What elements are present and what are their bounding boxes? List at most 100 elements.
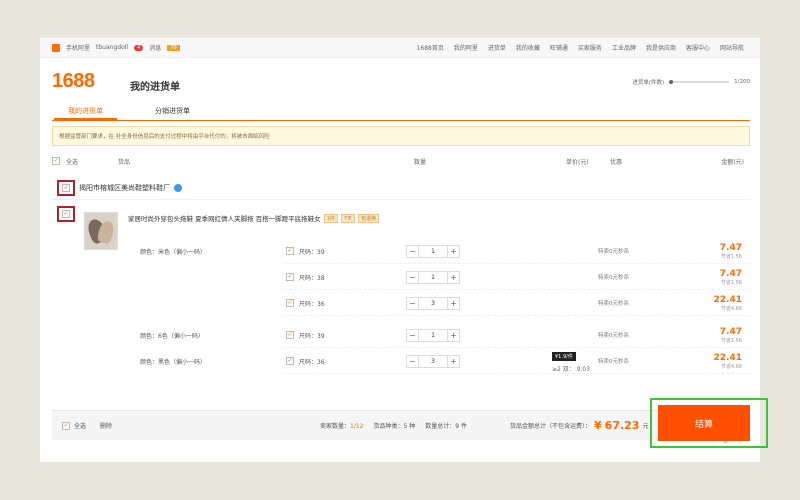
- amount-value: 7.47: [719, 326, 742, 337]
- variant-promo[interactable]: 特卖0元秒杀: [598, 357, 629, 365]
- variant-size: 尺码：39: [299, 332, 325, 340]
- top-nav-item[interactable]: 进货单: [488, 43, 506, 52]
- select-all-checkbox-bottom[interactable]: ✓: [62, 421, 70, 430]
- variant-promo[interactable]: 特卖0元秒杀: [598, 299, 629, 307]
- footer-select-all-label: 全选: [74, 423, 87, 430]
- user-name-link[interactable]: tbuangdoll: [96, 44, 128, 51]
- variant-checkbox[interactable]: ✓: [286, 357, 294, 365]
- amount-saved: 节省1.56: [720, 279, 742, 286]
- variant-color: 颜色：6色（偏小一码）: [140, 332, 204, 340]
- decrease-button[interactable]: −: [406, 296, 419, 310]
- quantity-input[interactable]: 3: [419, 296, 447, 310]
- quantity-input[interactable]: 3: [419, 354, 447, 368]
- footer-select-all[interactable]: ✓ 全选: [62, 421, 86, 430]
- select-all-checkbox-top[interactable]: ✓: [52, 157, 60, 165]
- messages-link[interactable]: 消息: [149, 43, 161, 52]
- top-nav-item[interactable]: 工业品牌: [612, 43, 636, 52]
- seller-checkbox[interactable]: ✓: [62, 183, 70, 192]
- variant-color: 颜色：米色（偏小一码）: [140, 248, 207, 256]
- kinds-value: 5 种: [403, 423, 416, 430]
- variant-promo[interactable]: 特卖0元秒杀: [598, 273, 629, 281]
- user-badge: 4: [134, 44, 144, 51]
- variant-checkbox[interactable]: ✓: [286, 247, 294, 255]
- variant-amount: 7.47 节省1.56: [720, 243, 742, 260]
- delete-button[interactable]: 删除: [100, 421, 112, 430]
- increase-button[interactable]: +: [447, 296, 460, 310]
- product-tag: 7天: [340, 213, 356, 223]
- top-nav-item[interactable]: 客服中心: [686, 43, 710, 52]
- variant-checkbox[interactable]: ✓: [286, 331, 294, 339]
- cart-capacity: 进货单(件数) 1/200: [632, 78, 750, 86]
- increase-button[interactable]: +: [447, 328, 460, 342]
- price-badge: ¥1.9/件: [552, 352, 576, 361]
- product-title-link[interactable]: 家居时尚外穿包头拖鞋 夏季网红情人夹脚拖 百搭一脚蹬平底拖鞋女: [128, 213, 321, 223]
- decrease-button[interactable]: −: [406, 244, 419, 258]
- variant-amount: 7.47 节省1.56: [720, 269, 742, 286]
- decrease-button[interactable]: −: [406, 270, 419, 284]
- variant-row: 颜色：黑色（偏小一码） ✓ 尺码：36 −3 + 特卖0元秒杀 22.41 节省4.68: [52, 348, 750, 374]
- variant-row: ✓ 尺码：38 −1 + 特卖0元秒杀 7.47 节省1.56: [52, 264, 750, 290]
- table-header: ✓ 全选 货品 数量 单价(元) 优惠 金额(元): [52, 154, 750, 168]
- top-nav-item[interactable]: 网站导航: [720, 43, 744, 52]
- increase-button[interactable]: +: [447, 244, 460, 258]
- variant-amount: 7.47 节省1.56: [720, 327, 742, 344]
- mobile-icon: [52, 43, 60, 52]
- total-label: 货品金额总计（不包含运费）：: [510, 423, 592, 430]
- unit-price-info: ¥1.9/件 ≥2 双： 9.03: [552, 352, 590, 373]
- top-nav-item[interactable]: 我的收藏: [516, 43, 540, 52]
- top-nav-item[interactable]: 买家服务: [578, 43, 602, 52]
- quantity-input[interactable]: 1: [419, 244, 447, 258]
- top-nav-item[interactable]: 1688首页: [417, 43, 444, 52]
- chat-icon[interactable]: [174, 183, 182, 192]
- amount-value: 7.47: [719, 268, 742, 279]
- seller-name-link[interactable]: 揭阳市榕城区美尚鞋塑料鞋厂: [79, 183, 170, 193]
- decrease-button[interactable]: −: [406, 328, 419, 342]
- variant-checkbox[interactable]: ✓: [286, 273, 294, 281]
- top-nav-item[interactable]: 我的阿里: [454, 43, 478, 52]
- quantity-stepper: −1 +: [406, 328, 460, 342]
- col-quantity: 数量: [414, 158, 427, 166]
- variant-size: 尺码：36: [299, 358, 325, 366]
- variant-size: 尺码：38: [299, 274, 325, 282]
- cart-tabs: 我的进货单 分销进货单: [54, 104, 204, 120]
- amount-saved: 节省4.68: [720, 305, 742, 312]
- variant-row: 颜色：6色（偏小一码） ✓ 尺码：39 −1 + 特卖0元秒杀 7.47 节省1.56: [52, 322, 750, 348]
- increase-button[interactable]: +: [447, 354, 460, 368]
- seller-row: ✓ 揭阳市榕城区美尚鞋塑料鞋厂: [52, 176, 750, 200]
- top-nav-item[interactable]: 旺铺通: [550, 43, 568, 52]
- cart-capacity-value: 1/200: [734, 79, 750, 85]
- variant-promo[interactable]: 特卖0元秒杀: [598, 247, 629, 255]
- kinds-label: 货品种类：: [373, 423, 404, 430]
- amount-saved: 节省4.68: [720, 363, 742, 370]
- page-title: 我的进货单: [130, 82, 180, 93]
- variant-row: 颜色：米色（偏小一码） ✓ 尺码：39 −1 + 特卖0元秒杀 7.47 节省1.56: [52, 238, 750, 264]
- checkout-button[interactable]: 结算: [658, 405, 750, 441]
- col-promo: 优惠: [610, 158, 623, 166]
- seller-count-value: 1/12: [350, 423, 364, 430]
- amount-value: 7.47: [719, 242, 742, 253]
- quantity-input[interactable]: 1: [419, 328, 447, 342]
- notice-banner: 根据监管部门要求，在 补全身份信息后的支付过程中将由平台代付的，将被市面临风险: [52, 126, 750, 146]
- quantity-input[interactable]: 1: [419, 270, 447, 284]
- total-currency: ¥: [594, 419, 602, 432]
- tab-distribution-cart[interactable]: 分销进货单: [141, 104, 204, 120]
- variant-promo[interactable]: 特卖0元秒杀: [598, 331, 629, 339]
- variant-checkbox[interactable]: ✓: [286, 299, 294, 307]
- select-all-label: 全选: [66, 158, 79, 166]
- seller-count-label: 卖家数量：: [320, 423, 351, 430]
- product-checkbox-highlight: ✓: [57, 206, 75, 222]
- qty-stat: 数量总计：9 件: [425, 421, 467, 430]
- increase-button[interactable]: +: [447, 270, 460, 284]
- col-product: 货品: [118, 158, 131, 166]
- amount-saved: 节省1.56: [720, 253, 742, 260]
- product-checkbox[interactable]: ✓: [62, 210, 70, 218]
- top-nav-item[interactable]: 我是供应商: [646, 43, 676, 52]
- variant-amount: 22.41 节省4.68: [714, 295, 742, 312]
- quantity-stepper: −1 +: [406, 244, 460, 258]
- cart-capacity-bar: [669, 80, 730, 84]
- mobile-link[interactable]: 手机阿里: [66, 43, 90, 52]
- tier-label: ≥2 双：: [552, 366, 575, 373]
- decrease-button[interactable]: −: [406, 354, 419, 368]
- tab-my-cart[interactable]: 我的进货单: [54, 104, 117, 120]
- brand-logo[interactable]: 1688: [52, 70, 95, 93]
